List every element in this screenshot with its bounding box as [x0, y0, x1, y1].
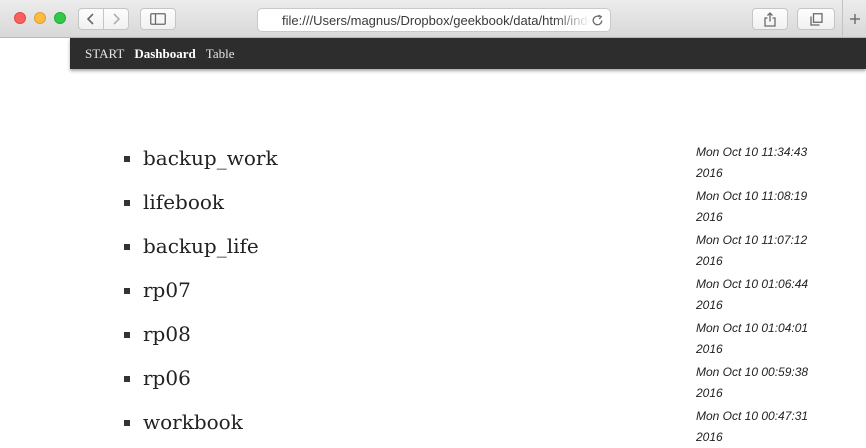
modified-time: Mon Oct 10 01:06:44 2016: [696, 274, 826, 316]
modified-time-year: 2016: [696, 386, 723, 400]
modified-time-year: 2016: [696, 166, 723, 180]
notebook-link[interactable]: rp06: [143, 366, 191, 390]
list-item: workbook Mon Oct 10 00:47:31 2016: [0, 402, 866, 446]
bullet-marker: [124, 376, 130, 382]
list-item: lifebook Mon Oct 10 11:08:19 2016: [0, 182, 866, 226]
modified-time: Mon Oct 10 00:59:38 2016: [696, 362, 826, 404]
tabs-icon: [809, 12, 823, 26]
modified-time: Mon Oct 10 11:07:12 2016: [696, 230, 826, 272]
sidebar-icon: [150, 13, 166, 25]
sidebar-button[interactable]: [140, 8, 176, 30]
notebook-link[interactable]: rp08: [143, 322, 191, 346]
bullet-marker: [124, 332, 130, 338]
notebook-link[interactable]: workbook: [143, 410, 243, 434]
forward-button[interactable]: [103, 8, 129, 30]
address-bar[interactable]: file:///Users/magnus/Dropbox/geekbook/da…: [257, 8, 611, 32]
modified-time-year: 2016: [696, 210, 723, 224]
url-text[interactable]: file:///Users/magnus/Dropbox/geekbook/da…: [282, 13, 590, 28]
modified-time-date: Mon Oct 10 00:47:31: [696, 409, 809, 423]
modified-time: Mon Oct 10 01:04:01 2016: [696, 318, 826, 360]
plus-icon: [849, 14, 860, 24]
reload-icon[interactable]: [591, 14, 604, 27]
notebook-list: backup_work Mon Oct 10 11:34:43 2016 life…: [0, 138, 866, 446]
browser-toolbar: file:///Users/magnus/Dropbox/geekbook/da…: [0, 0, 866, 38]
modified-time-date: Mon Oct 10 01:06:44: [696, 277, 809, 291]
list-item: rp06 Mon Oct 10 00:59:38 2016: [0, 358, 866, 402]
chevron-left-icon: [86, 13, 94, 25]
nav-link-dashboard[interactable]: Dashboard: [134, 46, 195, 62]
modified-time-year: 2016: [696, 254, 723, 268]
notebook-link[interactable]: lifebook: [143, 190, 224, 214]
modified-time: Mon Oct 10 11:34:43 2016: [696, 142, 826, 184]
notebook-link[interactable]: backup_work: [143, 146, 278, 170]
chevron-right-icon: [113, 13, 121, 25]
bullet-marker: [124, 420, 130, 426]
list-item: rp07 Mon Oct 10 01:06:44 2016: [0, 270, 866, 314]
list-item: backup_work Mon Oct 10 11:34:43 2016: [0, 138, 866, 182]
show-tabs-button[interactable]: [797, 8, 835, 30]
nav-link-start[interactable]: START: [85, 46, 124, 62]
list-item: rp08 Mon Oct 10 01:04:01 2016: [0, 314, 866, 358]
modified-time-date: Mon Oct 10 00:59:38: [696, 365, 809, 379]
bullet-marker: [124, 200, 130, 206]
back-button[interactable]: [78, 8, 104, 30]
bullet-marker: [124, 244, 130, 250]
modified-time-year: 2016: [696, 298, 723, 312]
notebook-link[interactable]: rp07: [143, 278, 191, 302]
modified-time-date: Mon Oct 10 11:07:12: [696, 233, 808, 247]
new-tab-button[interactable]: [842, 0, 866, 38]
modified-time-year: 2016: [696, 430, 723, 444]
bullet-marker: [124, 288, 130, 294]
modified-time-year: 2016: [696, 342, 723, 356]
minimize-window-button[interactable]: [34, 12, 46, 24]
share-button[interactable]: [752, 8, 788, 30]
modified-time-date: Mon Oct 10 11:34:43: [696, 145, 808, 159]
modified-time: Mon Oct 10 11:08:19 2016: [696, 186, 826, 228]
list-item: backup_life Mon Oct 10 11:07:12 2016: [0, 226, 866, 270]
bullet-marker: [124, 156, 130, 162]
notebook-link[interactable]: backup_life: [143, 234, 259, 258]
modified-time: Mon Oct 10 00:47:31 2016: [696, 406, 826, 448]
share-icon: [764, 11, 776, 27]
top-navbar: START Dashboard Table: [70, 38, 866, 69]
nav-link-table[interactable]: Table: [206, 46, 235, 62]
modified-time-date: Mon Oct 10 01:04:01: [696, 321, 809, 335]
modified-time-date: Mon Oct 10 11:08:19: [696, 189, 808, 203]
zoom-window-button[interactable]: [54, 12, 66, 24]
close-window-button[interactable]: [14, 12, 26, 24]
